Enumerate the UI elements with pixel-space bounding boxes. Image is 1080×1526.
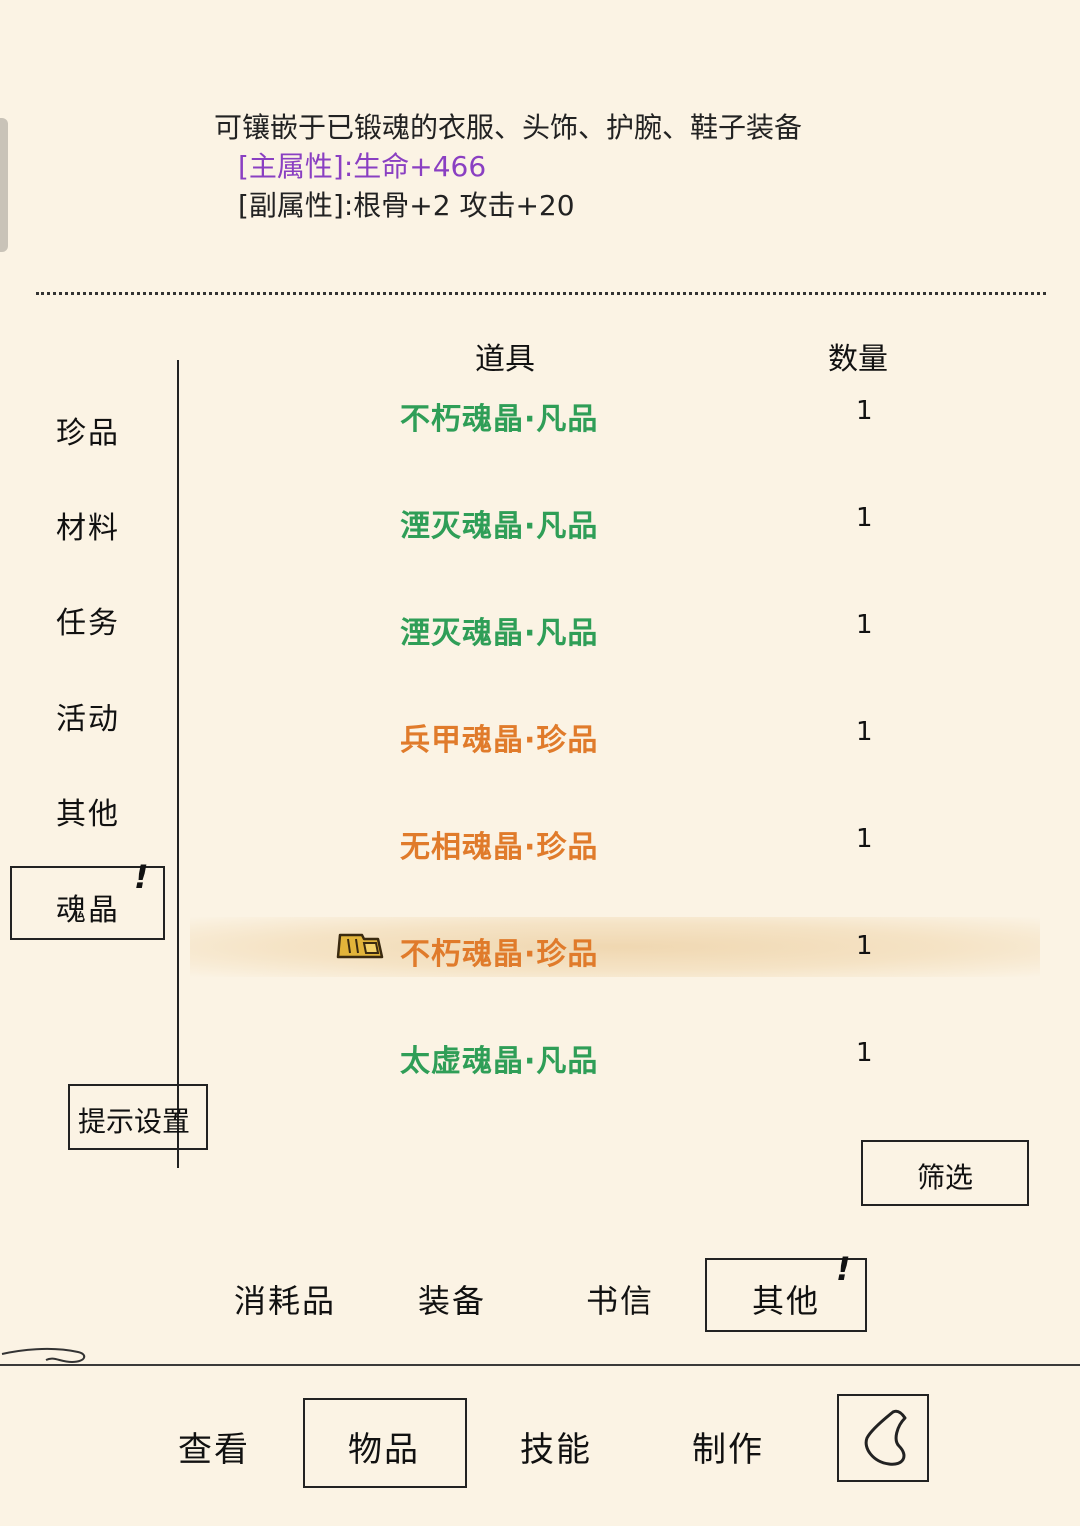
table-row[interactable]: 湮灭魂晶·凡品 1 bbox=[190, 489, 1040, 549]
hint-settings-label: 提示设置 bbox=[78, 1105, 191, 1138]
item-name: 湮灭魂晶·凡品 bbox=[400, 509, 599, 544]
item-name: 不朽魂晶·凡品 bbox=[400, 402, 599, 437]
item-quantity: 1 bbox=[856, 1038, 873, 1068]
scroll-handle[interactable] bbox=[0, 118, 8, 252]
item-quantity: 1 bbox=[856, 824, 873, 854]
column-header-item: 道具 bbox=[475, 342, 535, 377]
cloud-ornament-icon bbox=[1, 1347, 86, 1364]
item-quantity: 1 bbox=[856, 396, 873, 426]
item-name: 不朽魂晶·珍品 bbox=[400, 937, 599, 972]
table-row[interactable]: 不朽魂晶·凡品 1 bbox=[190, 382, 1040, 442]
item-name: 兵甲魂晶·珍品 bbox=[400, 723, 599, 758]
dotted-divider bbox=[36, 292, 1046, 295]
nav-view[interactable]: 查看 bbox=[178, 1422, 250, 1471]
category-materials[interactable]: 材料 bbox=[56, 503, 120, 547]
filter-button[interactable]: 筛选 bbox=[861, 1140, 1029, 1206]
inventory-screen: 可镶嵌于已锻魂的衣服、头饰、护腕、鞋子装备 [主属性]:生命+466 [副属性]… bbox=[0, 0, 1080, 1526]
item-name: 无相魂晶·珍品 bbox=[400, 830, 599, 865]
bottom-divider bbox=[0, 1364, 1080, 1366]
category-other[interactable]: 其他 bbox=[56, 789, 120, 833]
nav-items[interactable]: 物品 bbox=[348, 1422, 420, 1471]
category-soul-crystal[interactable]: 魂晶 bbox=[56, 885, 120, 929]
main-attribute: [主属性]:生命+466 bbox=[238, 150, 487, 183]
filter-label: 筛选 bbox=[917, 1161, 974, 1194]
tab-equipment[interactable]: 装备 bbox=[418, 1276, 486, 1322]
category-divider bbox=[177, 360, 179, 1168]
column-header-quantity: 数量 bbox=[828, 342, 888, 377]
table-row[interactable]: 太虚魂晶·凡品 1 bbox=[190, 1024, 1040, 1084]
item-quantity: 1 bbox=[856, 503, 873, 533]
category-alert-mark: ! bbox=[134, 858, 149, 896]
table-row-selected[interactable]: 不朽魂晶·珍品 1 bbox=[190, 917, 1040, 977]
hint-settings-button[interactable]: 提示设置 bbox=[68, 1084, 208, 1150]
item-quantity: 1 bbox=[856, 610, 873, 640]
lock-icon bbox=[336, 933, 384, 959]
back-button[interactable] bbox=[837, 1394, 929, 1482]
item-name: 湮灭魂晶·凡品 bbox=[400, 616, 599, 651]
table-row[interactable]: 湮灭魂晶·凡品 1 bbox=[190, 596, 1040, 656]
item-name: 太虚魂晶·凡品 bbox=[400, 1044, 599, 1079]
nav-crafting[interactable]: 制作 bbox=[692, 1422, 764, 1471]
table-row[interactable]: 兵甲魂晶·珍品 1 bbox=[190, 703, 1040, 763]
tab-other[interactable]: 其他 bbox=[752, 1276, 820, 1322]
description-text: 可镶嵌于已锻魂的衣服、头饰、护腕、鞋子装备 bbox=[214, 111, 803, 144]
back-icon bbox=[864, 1409, 907, 1466]
tab-letters[interactable]: 书信 bbox=[586, 1276, 654, 1322]
table-row[interactable]: 无相魂晶·珍品 1 bbox=[190, 810, 1040, 870]
category-events[interactable]: 活动 bbox=[56, 694, 120, 738]
tab-consumables[interactable]: 消耗品 bbox=[234, 1276, 336, 1322]
item-description: 可镶嵌于已锻魂的衣服、头饰、护腕、鞋子装备 [主属性]:生命+466 [副属性]… bbox=[214, 108, 802, 225]
item-quantity: 1 bbox=[856, 931, 873, 961]
category-treasure[interactable]: 珍品 bbox=[56, 408, 120, 452]
tab-alert-mark: ! bbox=[836, 1250, 851, 1288]
nav-skills[interactable]: 技能 bbox=[520, 1422, 592, 1471]
item-quantity: 1 bbox=[856, 717, 873, 747]
category-quests[interactable]: 任务 bbox=[56, 598, 120, 642]
sub-attribute: [副属性]:根骨+2 攻击+20 bbox=[238, 189, 575, 222]
